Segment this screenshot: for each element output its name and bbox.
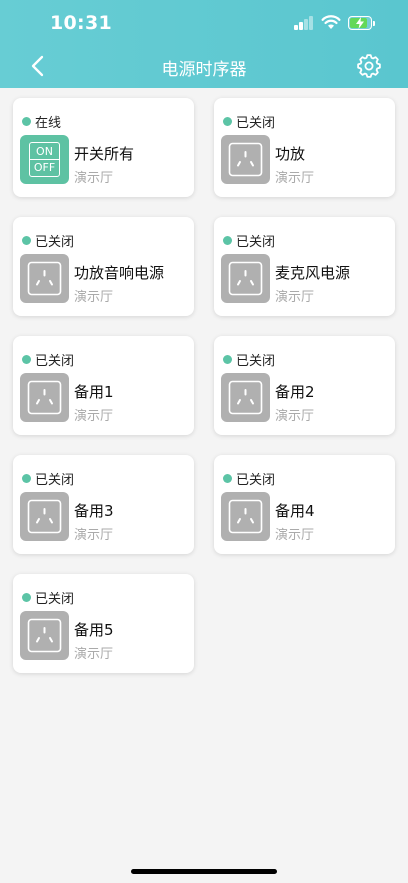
device-name: 备用3 (74, 502, 114, 520)
device-card-amp-speaker-power[interactable]: 已关闭 功放音响电源 演示厅 (13, 217, 194, 316)
status-bar: 10:31 (0, 0, 408, 46)
app-header: 10:31 电源时序器 (0, 0, 408, 88)
power-socket-icon[interactable] (221, 254, 270, 303)
power-socket-icon[interactable] (20, 492, 69, 541)
power-socket-icon[interactable] (221, 373, 270, 422)
status-dot (22, 474, 31, 483)
battery-charging-icon (348, 16, 376, 30)
status-dot (22, 236, 31, 245)
status-dot (223, 474, 232, 483)
device-room: 演示厅 (74, 290, 114, 305)
device-state: 已关闭 (35, 235, 75, 250)
device-state: 已关闭 (236, 354, 276, 369)
power-socket-icon[interactable] (20, 611, 69, 660)
device-room: 演示厅 (275, 290, 315, 305)
switch-on-label: ON (36, 145, 53, 158)
power-socket-icon[interactable] (20, 373, 69, 422)
device-room: 演示厅 (74, 647, 114, 662)
status-dot (22, 355, 31, 364)
device-name: 麦克风电源 (275, 264, 351, 282)
device-state: 已关闭 (35, 354, 75, 369)
device-name: 开关所有 (74, 145, 135, 163)
settings-gear-icon[interactable] (356, 53, 382, 79)
device-room: 演示厅 (275, 171, 315, 186)
device-card-spare-1[interactable]: 已关闭 备用1 演示厅 (13, 336, 194, 435)
power-socket-icon[interactable] (221, 135, 270, 184)
device-room: 演示厅 (74, 409, 114, 424)
device-card-spare-4[interactable]: 已关闭 备用4 演示厅 (214, 455, 395, 554)
device-state: 已关闭 (236, 473, 276, 488)
status-dot (223, 117, 232, 126)
page-title: 电源时序器 (161, 60, 247, 80)
status-dot (223, 236, 232, 245)
device-room: 演示厅 (275, 528, 315, 543)
device-name: 备用4 (275, 502, 315, 520)
status-dot (22, 593, 31, 602)
device-name: 备用1 (74, 383, 114, 401)
device-name: 备用5 (74, 621, 114, 639)
device-name: 备用2 (275, 383, 315, 401)
device-state: 已关闭 (35, 592, 75, 607)
status-time: 10:31 (50, 12, 112, 34)
device-card-amplifier[interactable]: 已关闭 功放 演示厅 (214, 98, 395, 197)
device-room: 演示厅 (74, 528, 114, 543)
home-indicator[interactable] (131, 869, 277, 874)
wifi-icon (321, 15, 341, 29)
cellular-signal-icon (294, 16, 314, 30)
status-dot (22, 117, 31, 126)
device-state: 在线 (35, 116, 62, 131)
power-socket-icon[interactable] (20, 254, 69, 303)
device-room: 演示厅 (275, 409, 315, 424)
device-room: 演示厅 (74, 171, 114, 186)
device-state: 已关闭 (236, 235, 276, 250)
power-socket-icon[interactable] (221, 492, 270, 541)
status-dot (223, 355, 232, 364)
device-card-spare-3[interactable]: 已关闭 备用3 演示厅 (13, 455, 194, 554)
device-card-spare-2[interactable]: 已关闭 备用2 演示厅 (214, 336, 395, 435)
on-off-switch-icon[interactable]: ON OFF (20, 135, 69, 184)
device-state: 已关闭 (35, 473, 75, 488)
device-card-microphone-power[interactable]: 已关闭 麦克风电源 演示厅 (214, 217, 395, 316)
device-name: 功放音响电源 (74, 264, 165, 282)
device-name: 功放 (275, 145, 306, 163)
switch-off-label: OFF (33, 161, 56, 174)
device-card-all[interactable]: 在线 ON OFF 开关所有 演示厅 (13, 98, 194, 197)
device-state: 已关闭 (236, 116, 276, 131)
device-card-spare-5[interactable]: 已关闭 备用5 演示厅 (13, 574, 194, 673)
